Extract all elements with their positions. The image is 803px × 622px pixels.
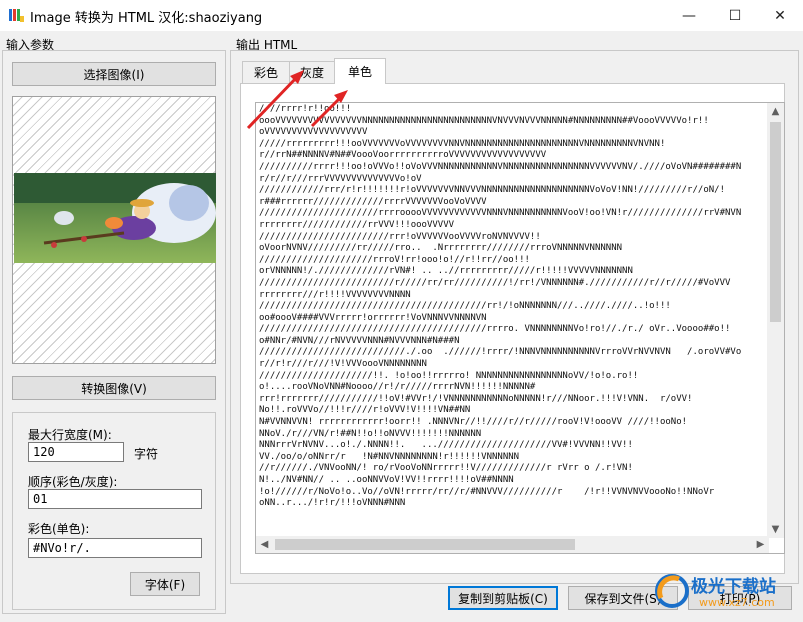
tab-mono[interactable]: 单色: [334, 58, 386, 84]
max-width-unit: 字符: [134, 447, 159, 461]
title-bar: Image 转换为 HTML 汉化:shaoziyang — ☐ ✕: [0, 0, 803, 31]
convert-image-button[interactable]: 转换图像(V): [12, 376, 216, 400]
select-image-button[interactable]: 选择图像(I): [12, 62, 216, 86]
order-label: 顺序(彩色/灰度):: [28, 475, 118, 489]
max-width-label: 最大行宽度(M):: [28, 428, 112, 442]
horizontal-scroll-thumb[interactable]: [275, 539, 575, 550]
vertical-scrollbar[interactable]: ▲ ▼: [767, 103, 784, 538]
preview-picture: [14, 173, 216, 263]
app-icon: [8, 7, 24, 23]
max-width-input[interactable]: 120: [28, 442, 124, 462]
close-button[interactable]: ✕: [757, 0, 803, 31]
ascii-output-text: ////rrrr!r!!oo!!! oooVVVVVVVVVVVVVVVVNNN…: [259, 104, 742, 509]
scroll-right-icon[interactable]: ▶: [752, 536, 769, 553]
watermark-logo: 极光下载站 www.xz7.com: [655, 568, 795, 618]
font-button[interactable]: 字体(F): [130, 572, 200, 596]
image-preview: [12, 96, 216, 364]
vertical-scroll-thumb[interactable]: [770, 122, 781, 322]
ascii-output-area[interactable]: ////rrrr!r!!oo!!! oooVVVVVVVVVVVVVVVVNNN…: [255, 102, 785, 554]
copy-to-clipboard-button[interactable]: 复制到剪贴板(C): [448, 586, 558, 610]
watermark-brand: 极光下载站: [691, 577, 776, 597]
maximize-button[interactable]: ☐: [712, 0, 758, 31]
mono-label: 彩色(单色):: [28, 522, 90, 536]
minimize-button[interactable]: —: [666, 0, 712, 31]
horizontal-scrollbar[interactable]: ◀ ▶: [256, 536, 769, 553]
scroll-up-icon[interactable]: ▲: [767, 103, 784, 120]
mono-chars-input[interactable]: #NVo!r/.: [28, 538, 202, 558]
scroll-down-icon[interactable]: ▼: [767, 521, 784, 538]
order-input[interactable]: 01: [28, 489, 202, 509]
watermark-icon: [655, 574, 689, 608]
watermark-url: www.xz7.com: [699, 596, 775, 609]
window-title: Image 转换为 HTML 汉化:shaoziyang: [30, 11, 263, 26]
scroll-left-icon[interactable]: ◀: [256, 536, 273, 553]
